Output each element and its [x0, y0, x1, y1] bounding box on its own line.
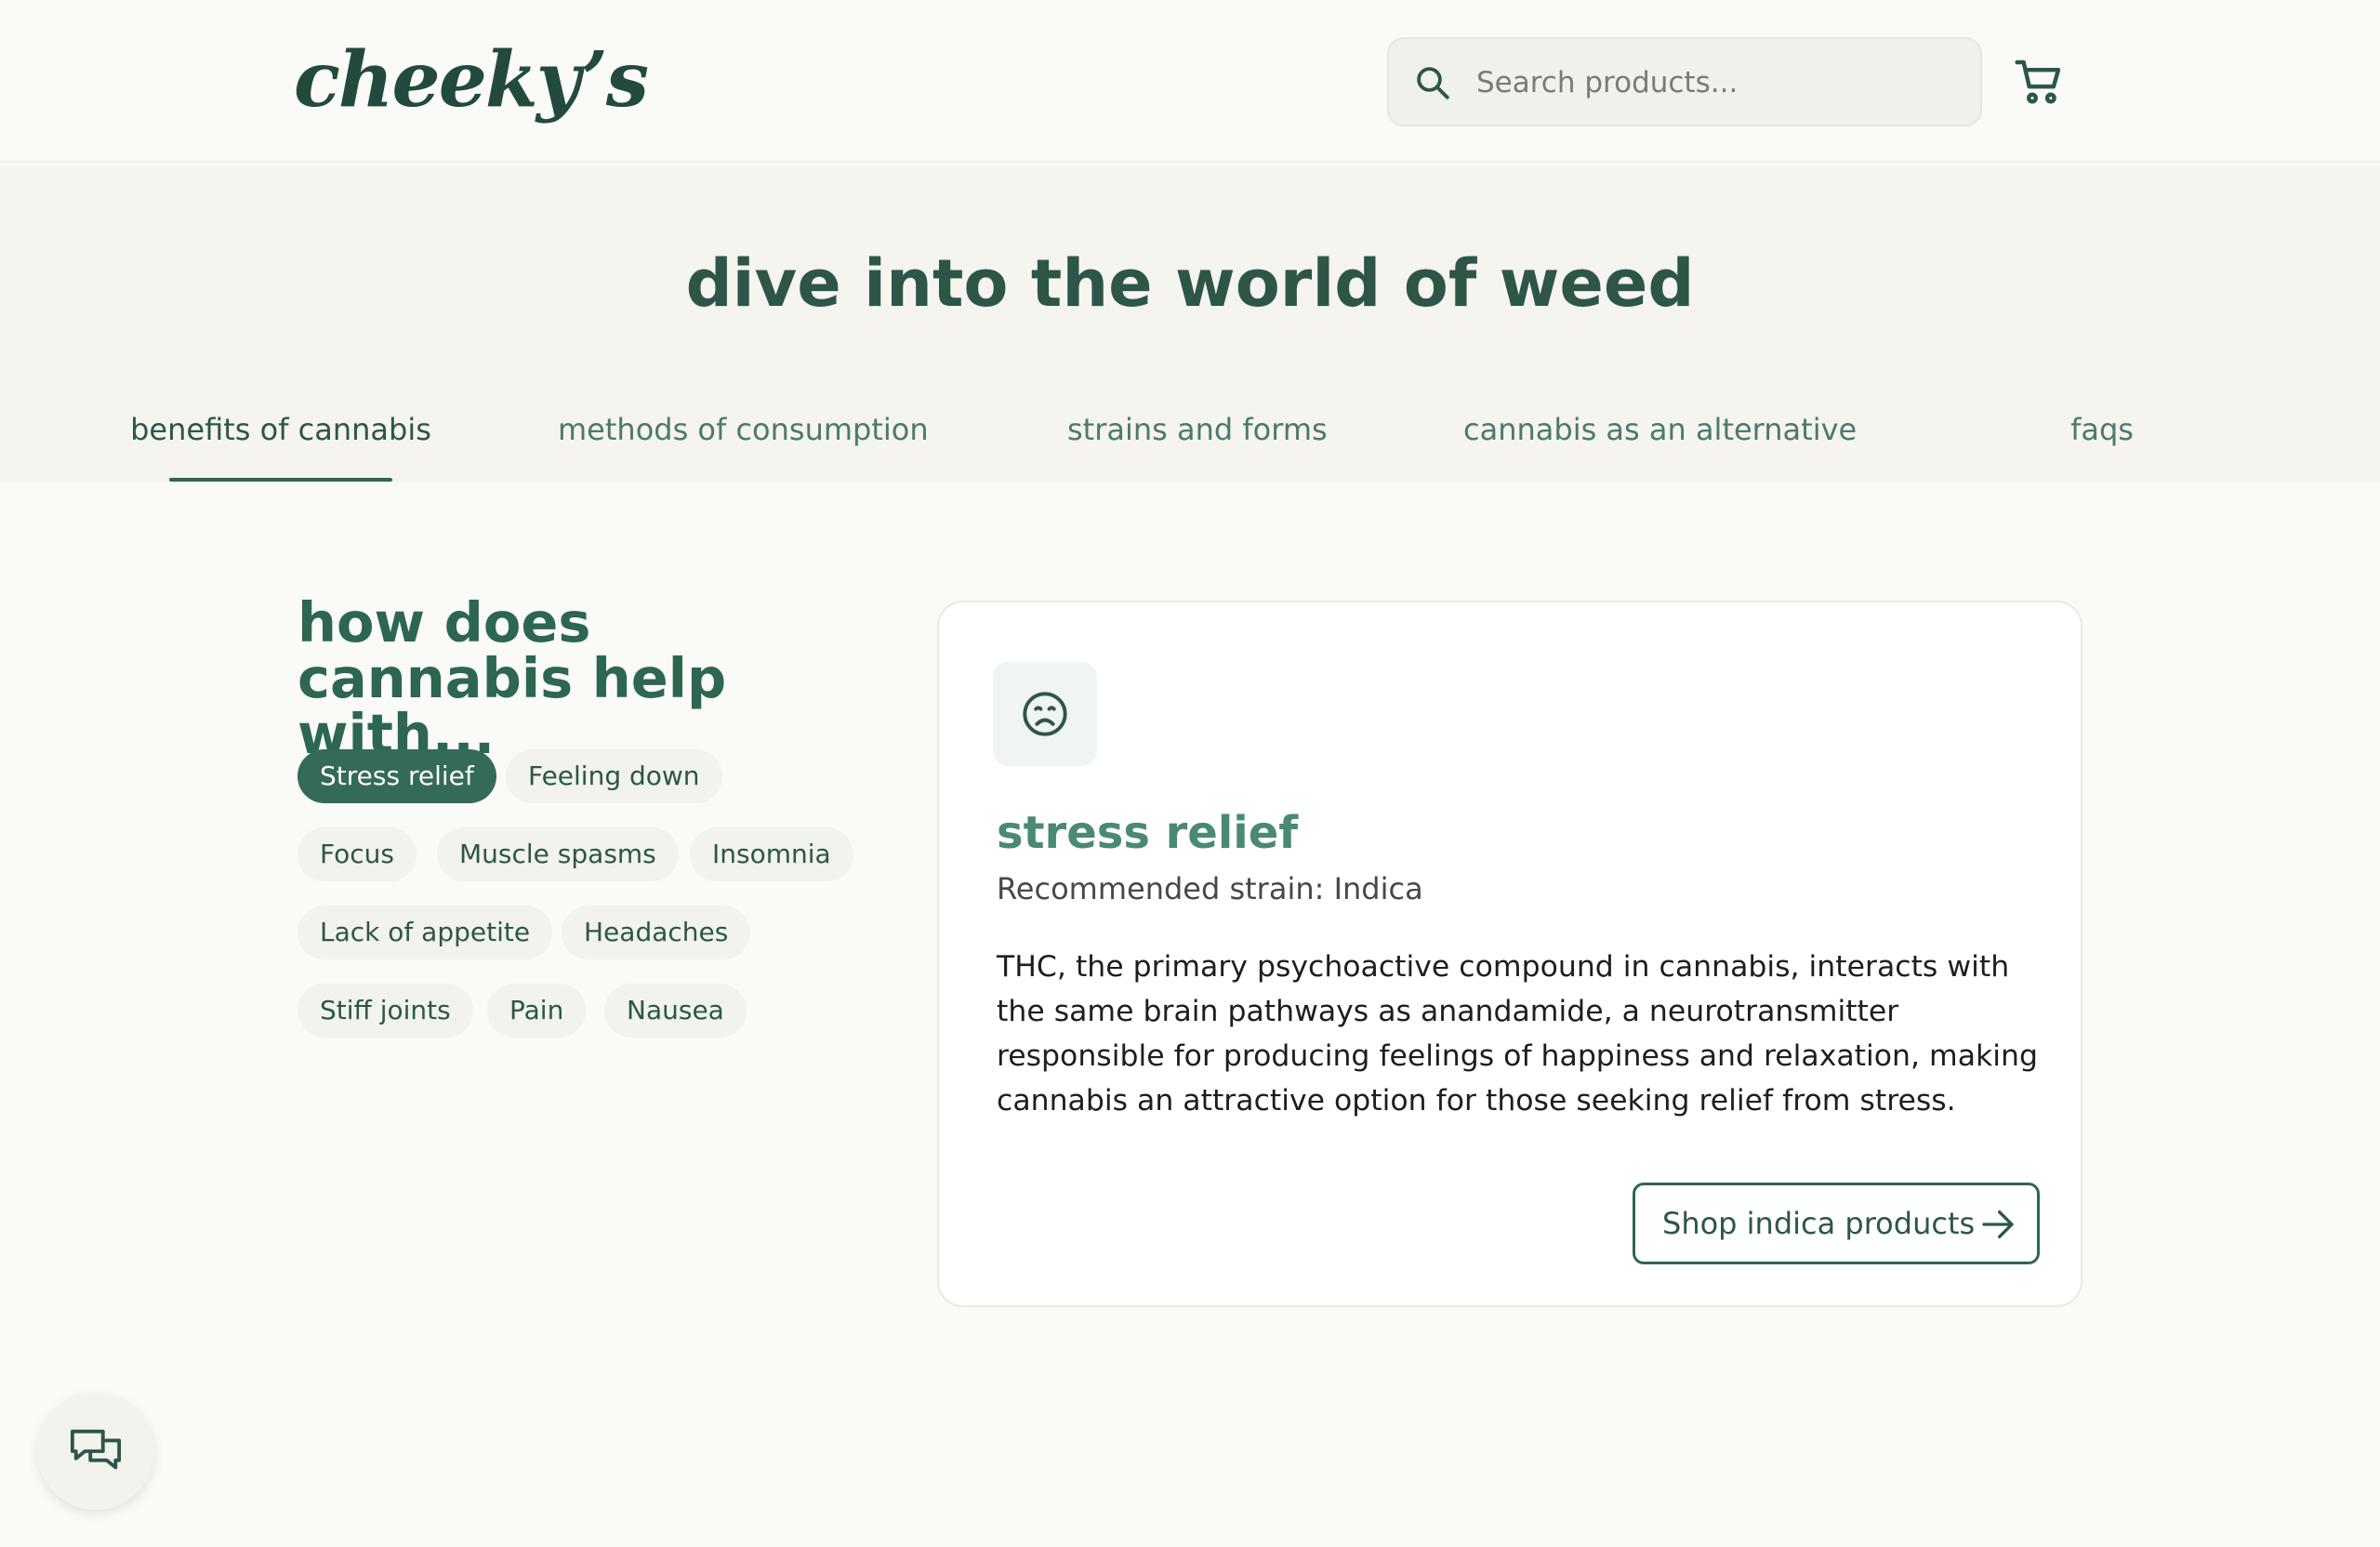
recommended-strain: Recommended strain: Indica — [997, 871, 1423, 906]
chip-headaches[interactable]: Headaches — [562, 906, 751, 959]
search-input[interactable] — [1476, 58, 1960, 108]
site-header: cheeky’s — [0, 0, 2380, 163]
card-icon-container — [993, 662, 1097, 766]
active-tab-indicator — [169, 478, 392, 482]
chip-muscle-spasms[interactable]: Muscle spasms — [437, 827, 679, 881]
chip-stiff-joints[interactable]: Stiff joints — [298, 984, 473, 1038]
page-title: dive into the world of weed — [685, 245, 1695, 322]
shop-indica-button[interactable]: Shop indica products — [1633, 1183, 2040, 1264]
search-icon — [1417, 67, 1449, 99]
chip-stress-relief[interactable]: Stress relief — [298, 749, 496, 803]
hero-section: dive into the world of weed benefits of … — [0, 165, 2380, 483]
arrow-right-icon — [1982, 1210, 2014, 1238]
chip-lack-of-appetite[interactable]: Lack of appetite — [298, 906, 553, 959]
benefit-detail-card: stress relief Recommended strain: Indica… — [937, 601, 2082, 1307]
tab-methods-of-consumption[interactable]: methods of consumption — [558, 397, 929, 483]
tab-faqs[interactable]: faqs — [2064, 397, 2140, 483]
tab-strains-and-forms[interactable]: strains and forms — [1067, 397, 1328, 483]
chip-pain[interactable]: Pain — [487, 984, 587, 1038]
shop-button-label: Shop indica products — [1662, 1206, 1976, 1241]
chat-widget-button[interactable] — [37, 1393, 154, 1510]
cart-icon[interactable] — [2012, 56, 2066, 108]
chip-insomnia[interactable]: Insomnia — [690, 827, 853, 881]
tab-benefits-of-cannabis[interactable]: benefits of cannabis — [130, 397, 431, 483]
chat-bubbles-icon — [70, 1429, 122, 1470]
benefits-heading: how does cannabis help with... — [298, 590, 727, 766]
tab-cannabis-as-an-alternative[interactable]: cannabis as an alternative — [1463, 397, 1857, 483]
chip-nausea[interactable]: Nausea — [604, 984, 747, 1038]
card-title: stress relief — [997, 807, 1299, 859]
brand-logo[interactable]: cheeky’s — [294, 26, 649, 134]
topic-tabs: benefits of cannabis methods of consumpt… — [0, 397, 2380, 483]
chip-focus[interactable]: Focus — [298, 827, 416, 881]
chip-feeling-down[interactable]: Feeling down — [506, 749, 722, 803]
card-description: THC, the primary psychoactive compound i… — [997, 950, 2038, 1117]
frown-face-icon — [1023, 692, 1067, 736]
search-bar[interactable] — [1387, 37, 1982, 126]
